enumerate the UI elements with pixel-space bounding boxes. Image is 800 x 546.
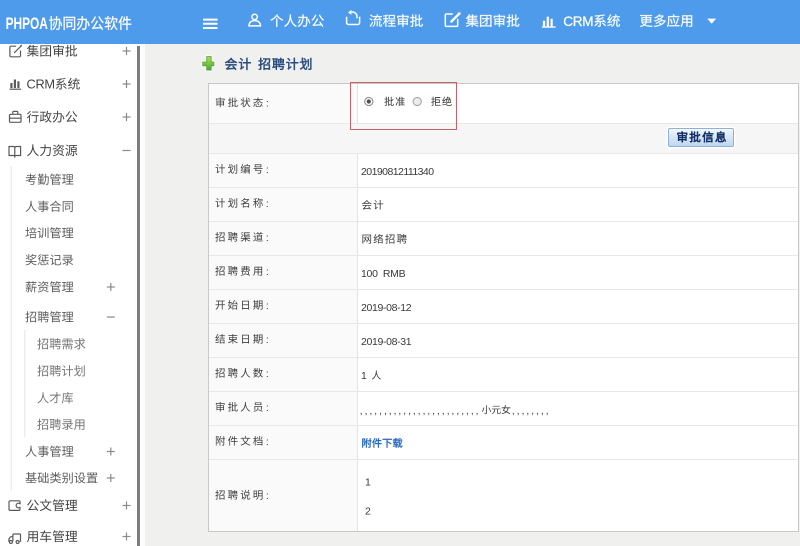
svg-text:CRM: CRM <box>27 77 55 92</box>
